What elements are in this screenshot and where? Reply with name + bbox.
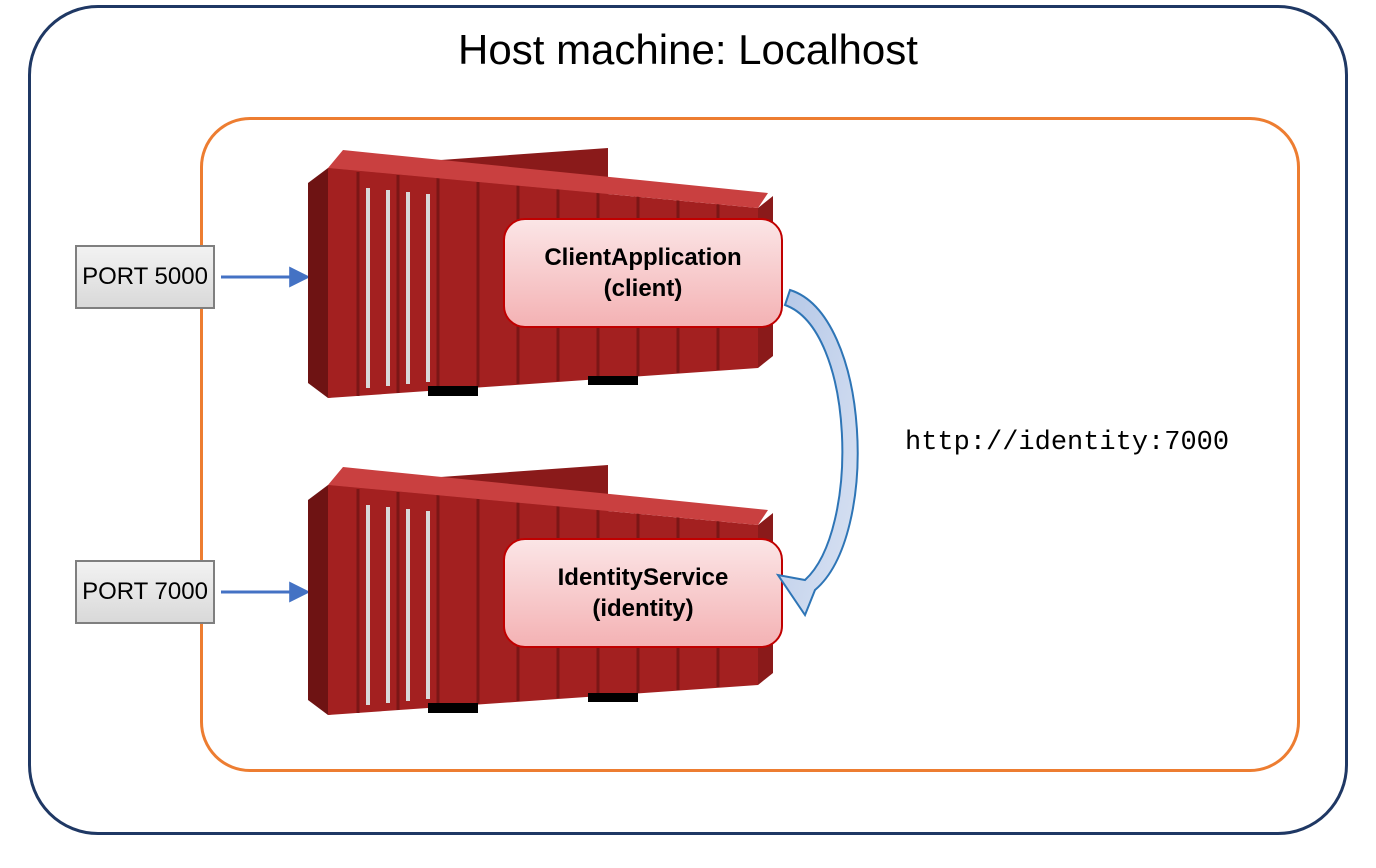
arrow-icon [216,560,318,624]
service-box-identity: IdentityService (identity) [503,538,783,648]
service-alias: (client) [604,273,683,304]
external-port-client: PORT 5000 [75,245,215,309]
service-alias: (identity) [592,593,693,624]
connection-url-label: http://identity:7000 [905,428,1229,458]
external-port-identity: PORT 7000 [75,560,215,624]
service-box-client: ClientApplication (client) [503,218,783,328]
curved-arrow-icon [770,275,890,625]
arrow-icon [216,245,318,309]
service-name: IdentityService [558,562,729,593]
service-name: ClientApplication [544,242,741,273]
host-machine-title: Host machine: Localhost [458,26,918,74]
